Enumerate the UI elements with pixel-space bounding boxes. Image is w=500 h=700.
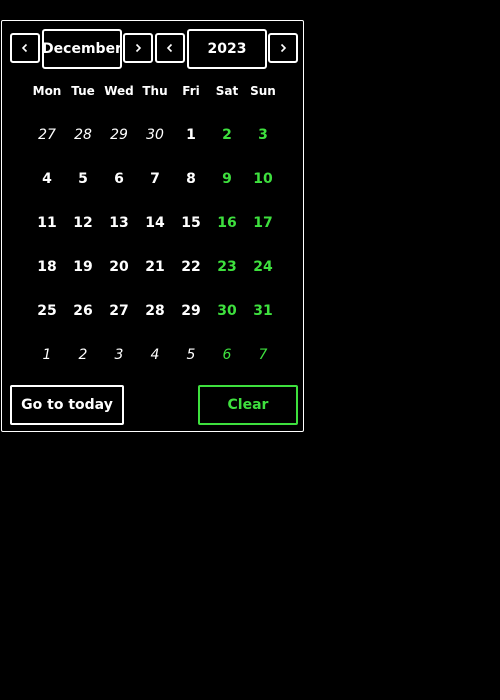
- calendar-day[interactable]: 19: [65, 245, 101, 289]
- calendar-day-outside-month[interactable]: 28: [65, 113, 101, 157]
- calendar-navigation: December 2023: [10, 29, 298, 69]
- calendar-day-outside-month[interactable]: 2: [65, 333, 101, 377]
- calendar-day[interactable]: 20: [101, 245, 137, 289]
- calendar-day[interactable]: 3: [245, 113, 281, 157]
- previous-year-button[interactable]: [155, 33, 185, 63]
- calendar-day[interactable]: 24: [245, 245, 281, 289]
- day-grid: 27 28 29 30 1 2 3 4 5 6 7 8 9 10 11 12 13 14 15 16 17 18 19 20 2…: [29, 113, 281, 377]
- weekday-label: Fri: [182, 84, 200, 98]
- chevron-left-icon: [166, 43, 173, 53]
- calendar-day[interactable]: 4: [29, 157, 65, 201]
- calendar-day[interactable]: 7: [137, 157, 173, 201]
- calendar-day[interactable]: 5: [65, 157, 101, 201]
- weekday-label: Wed: [104, 84, 134, 98]
- calendar-day-outside-month[interactable]: 3: [101, 333, 137, 377]
- calendar-day[interactable]: 13: [101, 201, 137, 245]
- calendar-day-outside-month[interactable]: 30: [137, 113, 173, 157]
- calendar-day[interactable]: 14: [137, 201, 173, 245]
- calendar-day[interactable]: 30: [209, 289, 245, 333]
- weekday-label: Sun: [250, 84, 276, 98]
- calendar-day[interactable]: 2: [209, 113, 245, 157]
- calendar-day[interactable]: 15: [173, 201, 209, 245]
- weekday-label: Mon: [32, 84, 62, 98]
- calendar-day[interactable]: 22: [173, 245, 209, 289]
- weekday-label: Tue: [71, 84, 95, 98]
- chevron-left-icon: [21, 43, 28, 53]
- year-select[interactable]: 2023: [187, 29, 267, 69]
- calendar-day[interactable]: 23: [209, 245, 245, 289]
- calendar-day[interactable]: 11: [29, 201, 65, 245]
- calendar-day[interactable]: 26: [65, 289, 101, 333]
- date-picker: December 2023 Mon Tue Wed Thu Fri Sat Su…: [1, 20, 304, 432]
- calendar-day[interactable]: 28: [137, 289, 173, 333]
- calendar-day-outside-month[interactable]: 1: [29, 333, 65, 377]
- calendar-day[interactable]: 8: [173, 157, 209, 201]
- calendar-day[interactable]: 1: [173, 113, 209, 157]
- weekday-label: Thu: [142, 84, 168, 98]
- next-month-button[interactable]: [123, 33, 153, 63]
- calendar-day-outside-month[interactable]: 27: [29, 113, 65, 157]
- calendar-day-outside-month[interactable]: 5: [173, 333, 209, 377]
- calendar-day-outside-month[interactable]: 7: [245, 333, 281, 377]
- calendar-day[interactable]: 17: [245, 201, 281, 245]
- chevron-right-icon: [135, 43, 142, 53]
- calendar-day[interactable]: 9: [209, 157, 245, 201]
- previous-month-button[interactable]: [10, 33, 40, 63]
- calendar-day[interactable]: 29: [173, 289, 209, 333]
- calendar-day[interactable]: 25: [29, 289, 65, 333]
- calendar-day-outside-month[interactable]: 29: [101, 113, 137, 157]
- clear-button[interactable]: Clear: [198, 385, 298, 425]
- month-select[interactable]: December: [42, 29, 122, 69]
- calendar-day[interactable]: 18: [29, 245, 65, 289]
- go-to-today-button[interactable]: Go to today: [10, 385, 124, 425]
- calendar-day[interactable]: 16: [209, 201, 245, 245]
- calendar-day[interactable]: 21: [137, 245, 173, 289]
- chevron-right-icon: [280, 43, 287, 53]
- calendar-day[interactable]: 31: [245, 289, 281, 333]
- calendar-day[interactable]: 27: [101, 289, 137, 333]
- calendar-day[interactable]: 10: [245, 157, 281, 201]
- calendar-day-outside-month[interactable]: 4: [137, 333, 173, 377]
- calendar-day[interactable]: 6: [101, 157, 137, 201]
- weekday-header: Mon Tue Wed Thu Fri Sat Sun: [29, 83, 281, 99]
- calendar-day-outside-month[interactable]: 6: [209, 333, 245, 377]
- calendar-day[interactable]: 12: [65, 201, 101, 245]
- next-year-button[interactable]: [268, 33, 298, 63]
- weekday-label: Sat: [215, 84, 239, 98]
